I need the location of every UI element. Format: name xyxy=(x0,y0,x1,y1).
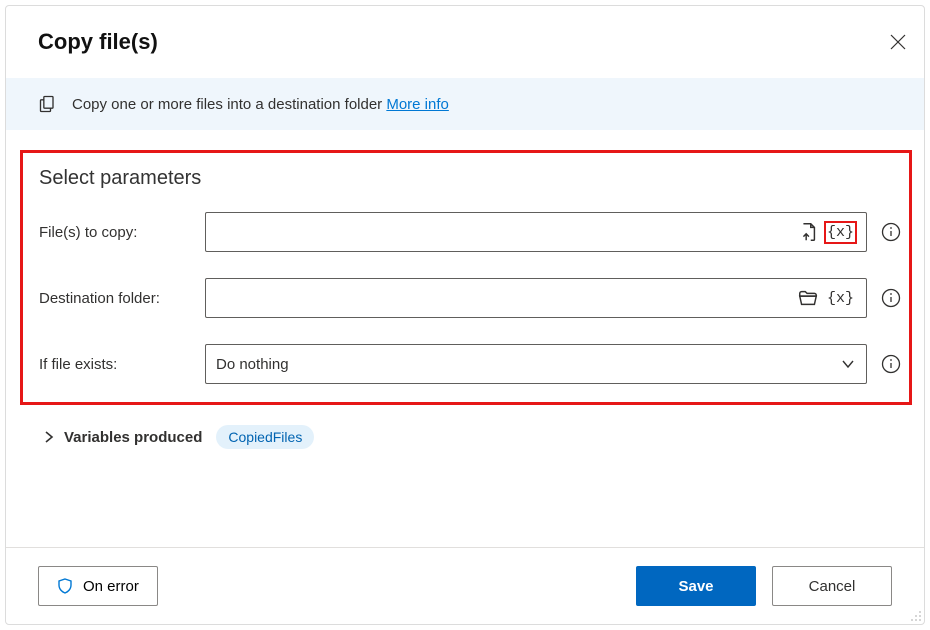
chevron-right-icon xyxy=(44,431,54,443)
footer-actions: Save Cancel xyxy=(636,566,892,606)
field-destination-folder: {x} xyxy=(205,278,867,318)
variables-label: Variables produced xyxy=(64,429,202,446)
row-files-to-copy: File(s) to copy: {x} xyxy=(39,212,901,252)
save-button[interactable]: Save xyxy=(636,566,756,606)
label-if-file-exists: If file exists: xyxy=(39,356,205,373)
row-if-file-exists: If file exists: Do nothing xyxy=(39,344,901,384)
banner-text-content: Copy one or more files into a destinatio… xyxy=(72,96,386,113)
variables-produced-row: Variables produced CopiedFiles xyxy=(6,411,924,449)
dialog-footer: On error Save Cancel xyxy=(6,547,924,624)
field-files-to-copy: {x} xyxy=(205,212,867,252)
section-title: Select parameters xyxy=(39,167,901,190)
label-destination-folder: Destination folder: xyxy=(39,290,205,307)
browse-folder-icon[interactable] xyxy=(797,287,819,309)
banner-text: Copy one or more files into a destinatio… xyxy=(72,96,449,113)
resize-grip-icon[interactable] xyxy=(908,608,922,622)
select-if-file-exists[interactable]: Do nothing xyxy=(205,344,867,384)
info-icon[interactable] xyxy=(881,288,901,308)
select-file-icon[interactable] xyxy=(797,221,819,243)
label-files-to-copy: File(s) to copy: xyxy=(39,224,205,241)
cancel-button[interactable]: Cancel xyxy=(772,566,892,606)
info-icon[interactable] xyxy=(881,354,901,374)
more-info-link[interactable]: More info xyxy=(386,96,449,113)
close-icon xyxy=(890,34,906,50)
input-destination-folder[interactable] xyxy=(216,279,791,317)
shield-icon xyxy=(57,578,73,594)
copy-files-icon xyxy=(38,94,58,114)
on-error-button[interactable]: On error xyxy=(38,566,158,606)
insert-variable-button[interactable]: {x} xyxy=(825,288,856,309)
chevron-down-icon xyxy=(840,356,856,372)
parameters-highlight-box: Select parameters File(s) to copy: {x} xyxy=(20,150,912,405)
insert-variable-button[interactable]: {x} xyxy=(825,222,856,243)
info-banner: Copy one or more files into a destinatio… xyxy=(6,78,924,130)
input-files-to-copy[interactable] xyxy=(216,213,791,251)
variables-toggle[interactable]: Variables produced xyxy=(44,429,202,446)
close-button[interactable] xyxy=(872,22,924,62)
row-destination-folder: Destination folder: {x} xyxy=(39,278,901,318)
on-error-label: On error xyxy=(83,578,139,595)
variable-chip[interactable]: CopiedFiles xyxy=(216,425,314,449)
dialog-header: Copy file(s) xyxy=(6,6,924,78)
info-icon[interactable] xyxy=(881,222,901,242)
copy-files-dialog: Copy file(s) Copy one or more files into… xyxy=(5,5,925,625)
select-value: Do nothing xyxy=(216,356,289,373)
dialog-title: Copy file(s) xyxy=(38,29,158,55)
